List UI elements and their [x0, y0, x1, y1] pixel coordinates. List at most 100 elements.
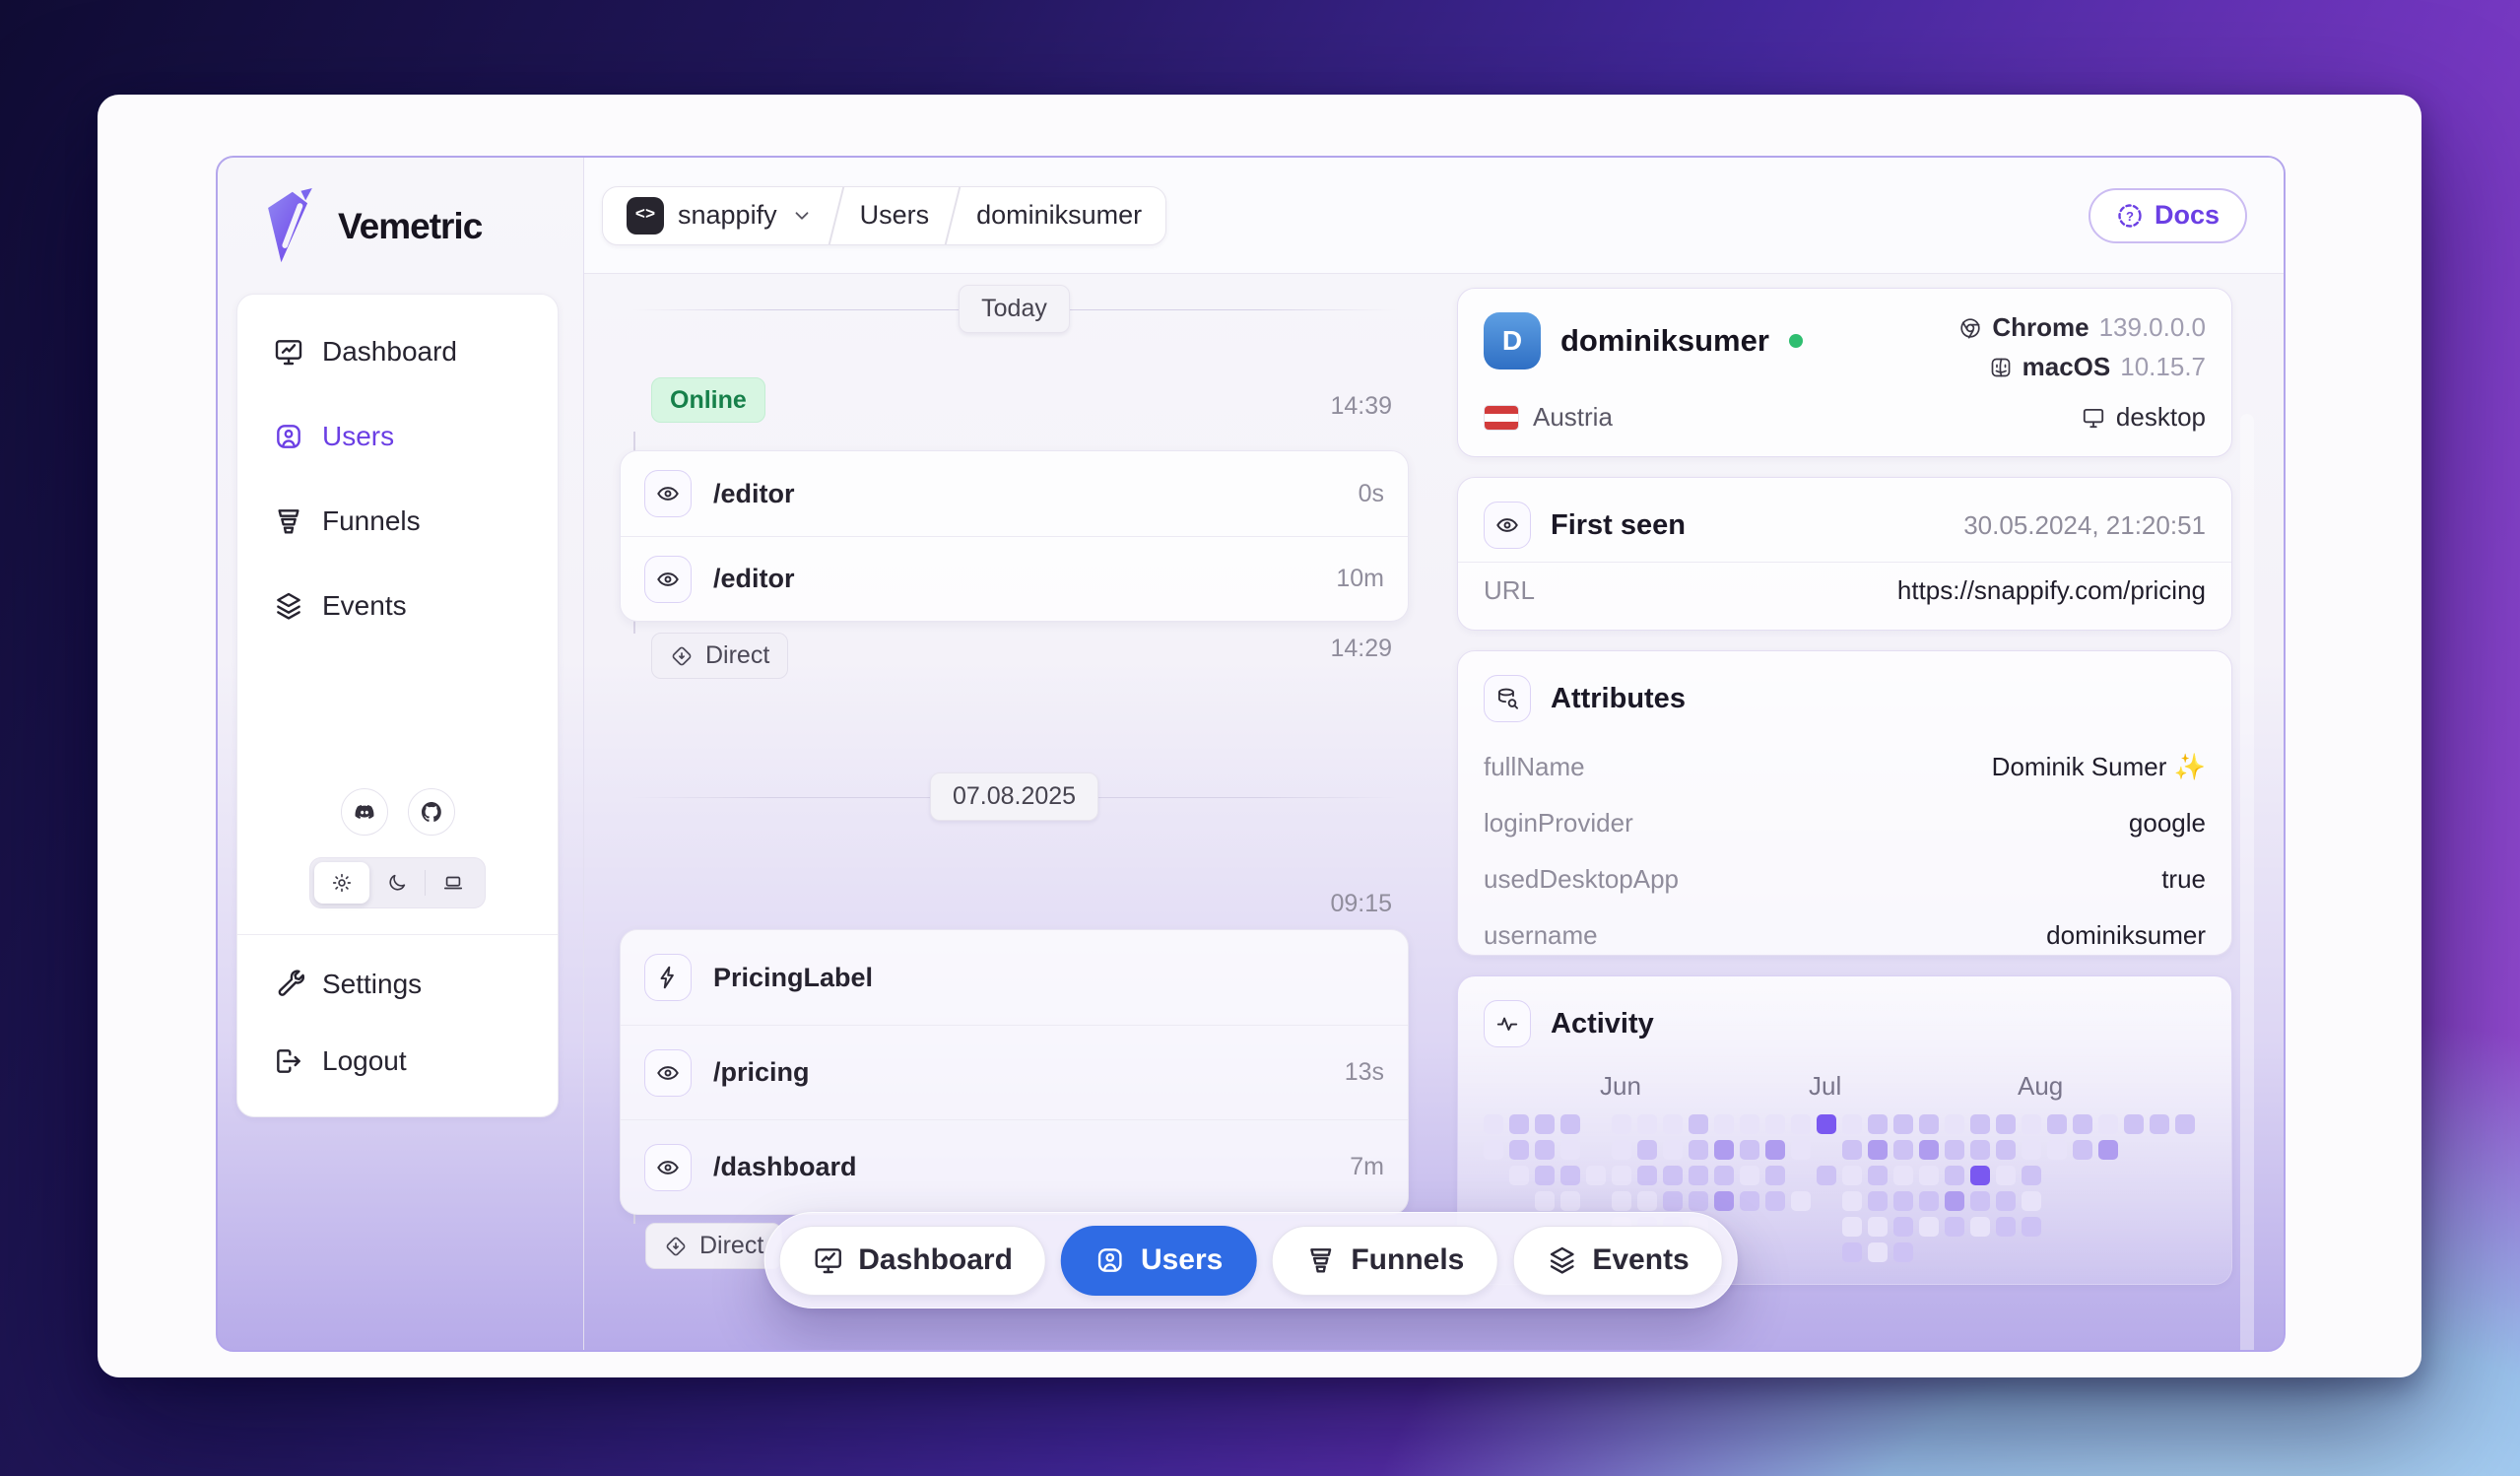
- heatmap-cell[interactable]: [1714, 1166, 1734, 1185]
- heatmap-cell[interactable]: [1765, 1191, 1785, 1211]
- heatmap-cell[interactable]: [1663, 1191, 1683, 1211]
- heatmap-cell[interactable]: [1996, 1217, 2016, 1237]
- heatmap-cell[interactable]: [2073, 1114, 2092, 1134]
- heatmap-cell[interactable]: [1689, 1114, 1708, 1134]
- heatmap-cell[interactable]: [1560, 1140, 1580, 1160]
- heatmap-cell[interactable]: [1893, 1191, 1913, 1211]
- heatmap-cell[interactable]: [2175, 1114, 2195, 1134]
- heatmap-cell[interactable]: [1919, 1140, 1939, 1160]
- heatmap-cell[interactable]: [1996, 1140, 2016, 1160]
- source-chip[interactable]: Direct: [651, 633, 789, 679]
- heatmap-cell[interactable]: [1765, 1114, 1785, 1134]
- heatmap-cell[interactable]: [1893, 1114, 1913, 1134]
- heatmap-cell[interactable]: [1740, 1114, 1759, 1134]
- heatmap-cell[interactable]: [1637, 1114, 1657, 1134]
- logo[interactable]: Vemetric: [218, 158, 583, 266]
- theme-light-button[interactable]: [314, 862, 369, 904]
- discord-icon[interactable]: [340, 788, 388, 836]
- heatmap-cell[interactable]: [1919, 1166, 1939, 1185]
- heatmap-cell[interactable]: [1970, 1191, 1990, 1211]
- heatmap-cell[interactable]: [2022, 1114, 2041, 1134]
- heatmap-cell[interactable]: [1893, 1217, 1913, 1237]
- heatmap-cell[interactable]: [1535, 1140, 1555, 1160]
- heatmap-cell[interactable]: [1560, 1166, 1580, 1185]
- heatmap-cell[interactable]: [1893, 1166, 1913, 1185]
- sidebar-item-logout[interactable]: Logout: [257, 1030, 538, 1093]
- bottom-nav-funnels[interactable]: Funnels: [1271, 1225, 1498, 1296]
- pageview-row[interactable]: /dashboard 7m: [621, 1119, 1408, 1214]
- heatmap-cell[interactable]: [1996, 1114, 2016, 1134]
- heatmap-cell[interactable]: [1842, 1191, 1862, 1211]
- bottom-nav-events[interactable]: Events: [1512, 1225, 1723, 1296]
- heatmap-cell[interactable]: [1509, 1166, 1529, 1185]
- pageview-row[interactable]: /pricing 13s: [621, 1025, 1408, 1119]
- heatmap-cell[interactable]: [1791, 1191, 1811, 1211]
- heatmap-cell[interactable]: [1560, 1114, 1580, 1134]
- heatmap-cell[interactable]: [1970, 1114, 1990, 1134]
- heatmap-cell[interactable]: [1945, 1217, 1964, 1237]
- heatmap-cell[interactable]: [2073, 1140, 2092, 1160]
- heatmap-cell[interactable]: [1996, 1166, 2016, 1185]
- heatmap-cell[interactable]: [1868, 1114, 1888, 1134]
- breadcrumb-project-selector[interactable]: <> snappify: [603, 187, 836, 244]
- heatmap-cell[interactable]: [1740, 1166, 1759, 1185]
- heatmap-cell[interactable]: [1535, 1166, 1555, 1185]
- sidebar-item-users[interactable]: Users: [257, 405, 538, 468]
- breadcrumb-detail[interactable]: dominiksumer: [953, 187, 1165, 244]
- theme-system-button[interactable]: [426, 862, 481, 904]
- heatmap-cell[interactable]: [1817, 1166, 1836, 1185]
- heatmap-cell[interactable]: [1842, 1166, 1862, 1185]
- heatmap-cell[interactable]: [1791, 1114, 1811, 1134]
- heatmap-cell[interactable]: [1612, 1191, 1631, 1211]
- bottom-nav-users[interactable]: Users: [1060, 1225, 1257, 1296]
- heatmap-cell[interactable]: [1637, 1191, 1657, 1211]
- heatmap-cell[interactable]: [1663, 1114, 1683, 1134]
- sidebar-item-dashboard[interactable]: Dashboard: [257, 320, 538, 383]
- heatmap-cell[interactable]: [1970, 1140, 1990, 1160]
- heatmap-cell[interactable]: [1996, 1191, 2016, 1211]
- heatmap-cell[interactable]: [1945, 1191, 1964, 1211]
- heatmap-cell[interactable]: [1663, 1166, 1683, 1185]
- heatmap-cell[interactable]: [1970, 1217, 1990, 1237]
- heatmap-cell[interactable]: [1868, 1217, 1888, 1237]
- heatmap-cell[interactable]: [1893, 1242, 1913, 1262]
- heatmap-cell[interactable]: [1970, 1166, 1990, 1185]
- heatmap-cell[interactable]: [1612, 1140, 1631, 1160]
- heatmap-cell[interactable]: [1842, 1217, 1862, 1237]
- heatmap-cell[interactable]: [1484, 1140, 1503, 1160]
- heatmap-cell[interactable]: [1868, 1191, 1888, 1211]
- heatmap-cell[interactable]: [2022, 1217, 2041, 1237]
- heatmap-cell[interactable]: [1842, 1242, 1862, 1262]
- heatmap-cell[interactable]: [1637, 1140, 1657, 1160]
- heatmap-cell[interactable]: [1637, 1166, 1657, 1185]
- heatmap-cell[interactable]: [1945, 1166, 1964, 1185]
- heatmap-cell[interactable]: [1919, 1114, 1939, 1134]
- heatmap-cell[interactable]: [1740, 1191, 1759, 1211]
- heatmap-cell[interactable]: [1560, 1191, 1580, 1211]
- sidebar-item-events[interactable]: Events: [257, 574, 538, 637]
- sidebar-item-settings[interactable]: Settings: [257, 953, 538, 1016]
- heatmap-cell[interactable]: [1765, 1166, 1785, 1185]
- heatmap-cell[interactable]: [1509, 1140, 1529, 1160]
- source-chip[interactable]: Direct: [645, 1223, 783, 1269]
- heatmap-cell[interactable]: [1714, 1140, 1734, 1160]
- heatmap-cell[interactable]: [1484, 1114, 1503, 1134]
- heatmap-cell[interactable]: [2022, 1140, 2041, 1160]
- heatmap-cell[interactable]: [1868, 1166, 1888, 1185]
- heatmap-cell[interactable]: [1612, 1166, 1631, 1185]
- bottom-nav-dashboard[interactable]: Dashboard: [778, 1225, 1046, 1296]
- heatmap-cell[interactable]: [1714, 1191, 1734, 1211]
- github-icon[interactable]: [407, 788, 455, 836]
- heatmap-cell[interactable]: [1714, 1114, 1734, 1134]
- pageview-row[interactable]: /editor 0s: [621, 451, 1408, 536]
- heatmap-cell[interactable]: [1945, 1140, 1964, 1160]
- breadcrumb-section[interactable]: Users: [836, 187, 954, 244]
- heatmap-cell[interactable]: [2047, 1114, 2067, 1134]
- heatmap-cell[interactable]: [1791, 1140, 1811, 1160]
- heatmap-cell[interactable]: [1868, 1242, 1888, 1262]
- heatmap-cell[interactable]: [1842, 1114, 1862, 1134]
- theme-dark-button[interactable]: [369, 862, 425, 904]
- heatmap-cell[interactable]: [1919, 1191, 1939, 1211]
- event-row[interactable]: PricingLabel: [621, 930, 1408, 1025]
- heatmap-cell[interactable]: [1586, 1166, 1606, 1185]
